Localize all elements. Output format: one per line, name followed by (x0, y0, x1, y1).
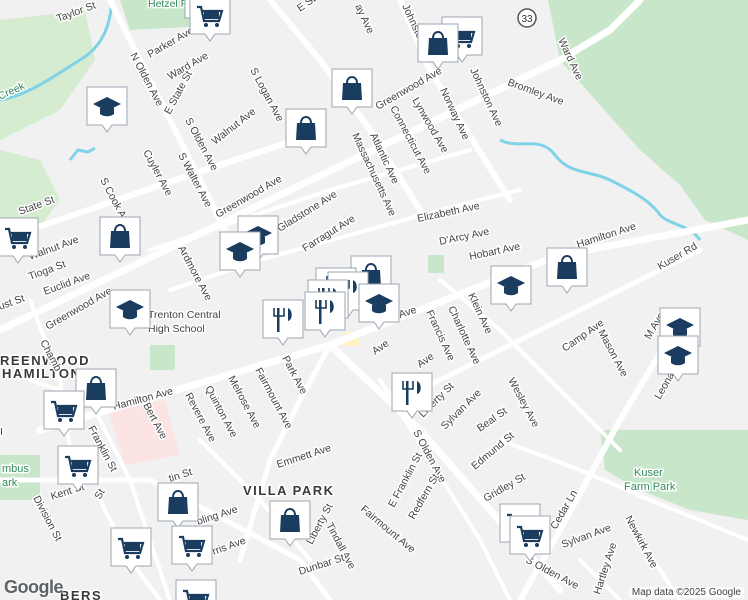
marker-shopping-cart[interactable]: Grocery (57, 445, 99, 492)
marker-shopping-bag[interactable]: Shopping (157, 482, 199, 529)
marker-shopping-cart[interactable]: Grocery (175, 579, 217, 600)
marker-shopping-bag[interactable]: Shopping (269, 500, 311, 547)
marker-bg (304, 291, 346, 338)
marker-bg (391, 372, 433, 419)
marker-shopping-bag[interactable]: Shopping (417, 23, 459, 70)
marker-shopping-cart[interactable]: Grocery (43, 390, 85, 437)
marker-shopping-bag[interactable]: Shopping (546, 247, 588, 294)
label-berkeley: BERS (60, 588, 102, 600)
label-columbus-park-2: ark (2, 477, 18, 489)
map-attribution: Map data ©2025 Google (628, 587, 744, 598)
map-canvas[interactable]: 33 Taylor St Hetzel Field E St ay Ave Jo… (0, 0, 748, 600)
label-villa-park: VILLA PARK (243, 483, 335, 498)
label-trenton-central: Trenton Central (148, 309, 221, 321)
label-columbus-park: mbus (2, 463, 29, 475)
marker-shopping-bag[interactable]: Shopping (285, 108, 327, 155)
marker-graduation-cap[interactable]: School (358, 283, 400, 330)
marker-shopping-cart[interactable]: Grocery (0, 217, 39, 264)
marker-shopping-bag[interactable]: Shopping (99, 216, 141, 263)
marker-graduation-cap[interactable]: School (657, 335, 699, 382)
label-high-school: High School (148, 323, 205, 335)
marker-fork-knife[interactable]: Restaurant (304, 291, 346, 338)
label-kuser-farm-2: Farm Park (624, 481, 676, 493)
marker-fork-knife[interactable]: Restaurant (262, 299, 304, 346)
marker-shopping-cart[interactable]: Grocery (509, 515, 551, 562)
marker-bg (262, 299, 304, 346)
marker-graduation-cap[interactable]: School (86, 86, 128, 133)
marker-fork-knife[interactable]: Restaurant (391, 372, 433, 419)
marker-graduation-cap[interactable]: School (219, 231, 261, 278)
label-kuser-farm: Kuser (634, 467, 663, 479)
marker-shopping-bag[interactable]: Shopping (331, 68, 373, 115)
route-shield-label: 33 (521, 14, 533, 25)
marker-shopping-cart[interactable]: Grocery (110, 527, 152, 574)
marker-graduation-cap[interactable]: School (490, 265, 532, 312)
google-logo: Google (4, 577, 64, 597)
marker-graduation-cap[interactable]: School (109, 289, 151, 336)
label-ave-i: I (0, 426, 3, 438)
school-grounds (150, 345, 175, 370)
marker-shopping-cart[interactable]: Grocery (171, 525, 213, 572)
label-hamilton-neighborhood: HAMILTON (2, 366, 81, 381)
green-square-mid (428, 255, 444, 273)
